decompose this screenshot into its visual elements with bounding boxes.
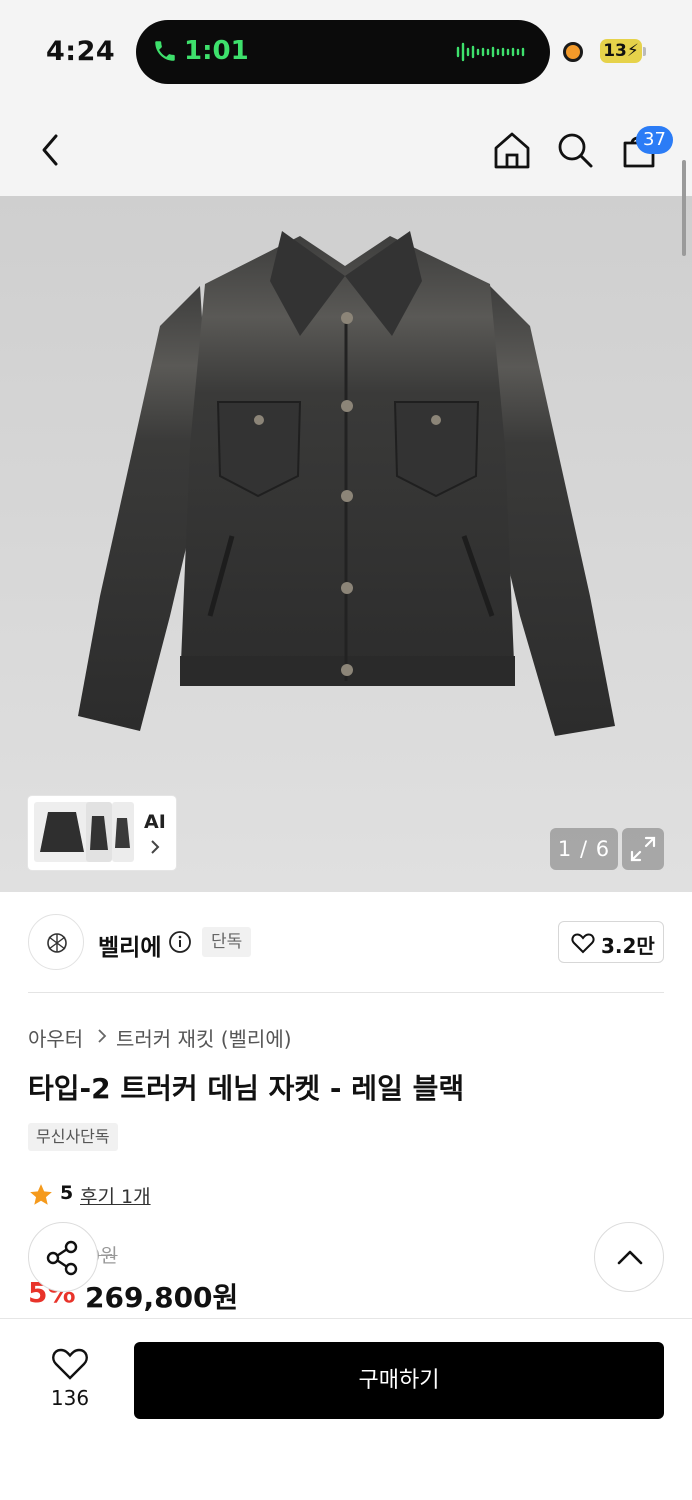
favorite-count: 136	[50, 1386, 90, 1410]
star-icon	[30, 1184, 52, 1205]
chevron-right-icon	[151, 840, 160, 854]
rating-score: 5	[60, 1182, 74, 1204]
search-icon[interactable]	[553, 128, 597, 172]
chevron-up-icon	[617, 1250, 643, 1265]
cart-count-badge: 37	[636, 126, 673, 154]
expand-icon[interactable]	[622, 828, 664, 870]
brand-name[interactable]: 벨리에	[98, 928, 161, 962]
chevron-right-icon	[98, 1029, 107, 1043]
share-icon	[46, 1240, 78, 1276]
recording-dot-icon	[563, 42, 583, 62]
heart-icon	[52, 1348, 88, 1380]
exclusive-tag: 단독	[202, 927, 252, 957]
brand-logo[interactable]	[28, 914, 84, 970]
musinsa-exclusive-badge: 무신사단독	[28, 1123, 118, 1151]
reviews-link[interactable]: 후기 1개	[80, 1182, 151, 1209]
breadcrumb-subcategory[interactable]: 트러커 재킷 (벨리에)	[116, 1023, 292, 1052]
phone-icon	[155, 41, 175, 61]
thumbnail-image-1	[34, 802, 90, 862]
ai-similar-items-button[interactable]	[28, 796, 176, 870]
page-scrollbar[interactable]	[682, 160, 686, 256]
battery-level: 13	[603, 41, 627, 61]
thumbnail-image-3	[112, 802, 134, 862]
call-timer: 1:01	[184, 36, 249, 66]
image-counter: 1 / 6	[550, 828, 618, 870]
thumbnail-image-2	[86, 802, 112, 862]
product-image[interactable]	[0, 196, 692, 892]
sale-price: 269,800원	[85, 1281, 239, 1314]
buy-button[interactable]: 구매하기	[134, 1342, 664, 1419]
divider	[28, 992, 664, 993]
home-icon[interactable]	[490, 128, 534, 172]
scroll-to-top-button[interactable]	[594, 1222, 664, 1292]
status-time: 4:24	[46, 36, 116, 67]
status-bar: 4:24 1:01 13⚡	[0, 0, 692, 100]
battery-charging-icon: 13⚡	[600, 39, 642, 63]
top-nav-bar	[0, 100, 692, 196]
breadcrumb-category[interactable]: 아우터	[28, 1023, 83, 1052]
share-button[interactable]	[28, 1222, 98, 1292]
brand-like-button[interactable]: 3.2만	[558, 921, 664, 963]
info-icon[interactable]	[168, 930, 192, 954]
brand-like-count: 3.2만	[601, 934, 655, 958]
ai-label: AI	[144, 811, 166, 833]
denim-jacket-image	[78, 231, 615, 736]
heart-icon	[571, 933, 595, 954]
product-title: 타입-2 트러커 데님 자켓 - 레일 블랙	[28, 1072, 465, 1105]
audio-wave-icon	[456, 42, 525, 62]
battery-nub	[643, 47, 646, 56]
back-arrow-icon[interactable]	[28, 128, 72, 172]
